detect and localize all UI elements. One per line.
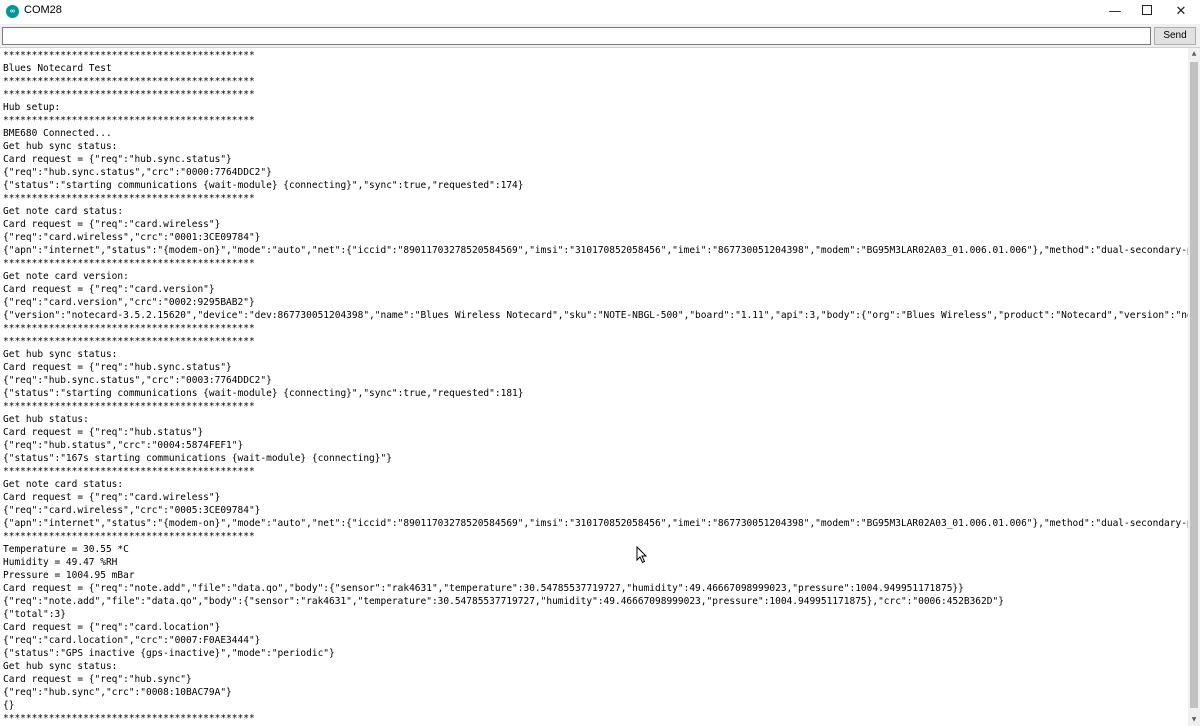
output-line: Get hub status: <box>3 414 89 425</box>
output-line: ****************************************… <box>3 193 255 204</box>
output-line: Blues Notecard Test <box>3 63 112 74</box>
output-line: Card request = {"req":"hub.status"} <box>3 427 204 438</box>
output-line: {} <box>3 700 15 711</box>
output-line: Pressure = 1004.95 mBar <box>3 570 135 581</box>
output-line: {"req":"note.add","file":"data.qo","body… <box>3 596 1004 607</box>
output-line: ****************************************… <box>3 336 255 347</box>
output-line: BME680 Connected... <box>3 128 112 139</box>
output-line: {"apn":"internet","status":"{modem-on}",… <box>3 245 1188 256</box>
output-line: {"apn":"internet","status":"{modem-on}",… <box>3 518 1188 529</box>
output-line: {"total":3} <box>3 609 66 620</box>
scroll-down-arrow-icon[interactable]: ▼ <box>1188 714 1200 726</box>
close-icon: ✕ <box>1175 4 1187 19</box>
output-line: ****************************************… <box>3 323 255 334</box>
scroll-thumb[interactable] <box>1190 62 1198 708</box>
title-bar: ∞ COM28 — ✕ <box>0 0 1200 24</box>
serial-output[interactable]: ****************************************… <box>0 48 1188 726</box>
arduino-icon: ∞ <box>6 5 19 18</box>
output-line: Get note card version: <box>3 271 129 282</box>
output-line: {"status":"starting communications {wait… <box>3 180 524 191</box>
output-line: {"req":"card.wireless","crc":"0001:3CE09… <box>3 232 261 243</box>
output-line: {"status":"GPS inactive {gps-inactive}",… <box>3 648 335 659</box>
send-toolbar: Send <box>0 24 1200 48</box>
output-line: Card request = {"req":"card.wireless"} <box>3 492 221 503</box>
maximize-button[interactable] <box>1130 0 1164 24</box>
output-line: Humidity = 49.47 %RH <box>3 557 118 568</box>
output-line: Card request = {"req":"card.version"} <box>3 284 215 295</box>
vertical-scrollbar[interactable]: ▲ ▼ <box>1188 48 1200 726</box>
output-line: {"req":"card.version","crc":"0002:9295BA… <box>3 297 255 308</box>
minimize-icon: — <box>1108 4 1122 19</box>
output-line: ****************************************… <box>3 401 255 412</box>
output-line: {"status":"167s starting communications … <box>3 453 392 464</box>
output-line: ****************************************… <box>3 531 255 542</box>
output-line: Card request = {"req":"hub.sync.status"} <box>3 154 232 165</box>
output-line: ****************************************… <box>3 115 255 126</box>
output-line: Get hub sync status: <box>3 661 118 672</box>
output-line: ****************************************… <box>3 50 255 61</box>
serial-input[interactable] <box>2 27 1151 45</box>
scroll-up-arrow-icon[interactable]: ▲ <box>1188 48 1200 60</box>
output-line: Get hub sync status: <box>3 349 118 360</box>
output-line: ****************************************… <box>3 89 255 100</box>
output-line: Card request = {"req":"hub.sync.status"} <box>3 362 232 373</box>
close-button[interactable]: ✕ <box>1164 0 1198 24</box>
output-lines: ****************************************… <box>3 49 1188 725</box>
output-line: ****************************************… <box>3 466 255 477</box>
output-line: Get note card status: <box>3 206 124 217</box>
output-line: {"req":"card.wireless","crc":"0005:3CE09… <box>3 505 261 516</box>
output-line: Card request = {"req":"card.wireless"} <box>3 219 221 230</box>
minimize-button[interactable]: — <box>1098 0 1132 24</box>
output-line: ****************************************… <box>3 713 255 724</box>
output-line: Hub setup: <box>3 102 61 113</box>
output-line: Card request = {"req":"card.location"} <box>3 622 221 633</box>
output-line: {"req":"hub.status","crc":"0004:5874FEF1… <box>3 440 244 451</box>
output-line: {"req":"card.location","crc":"0007:F0AE3… <box>3 635 261 646</box>
output-line: Get note card status: <box>3 479 124 490</box>
output-line: Temperature = 30.55 *C <box>3 544 129 555</box>
send-button[interactable]: Send <box>1154 27 1196 45</box>
output-line: {"status":"starting communications {wait… <box>3 388 524 399</box>
output-line: ****************************************… <box>3 258 255 269</box>
output-line: {"req":"hub.sync.status","crc":"0003:776… <box>3 375 272 386</box>
output-line: {"req":"hub.sync.status","crc":"0000:776… <box>3 167 272 178</box>
mouse-cursor-icon <box>636 546 648 564</box>
output-line: {"req":"hub.sync","crc":"0008:10BAC79A"} <box>3 687 232 698</box>
output-line: Card request = {"req":"note.add","file":… <box>3 583 964 594</box>
window-title: COM28 <box>24 4 62 16</box>
output-line: ****************************************… <box>3 76 255 87</box>
maximize-icon <box>1142 5 1152 15</box>
output-line: {"version":"notecard-3.5.2.15620","devic… <box>3 310 1188 321</box>
output-line: Get hub sync status: <box>3 141 118 152</box>
output-line: Card request = {"req":"hub.sync"} <box>3 674 192 685</box>
